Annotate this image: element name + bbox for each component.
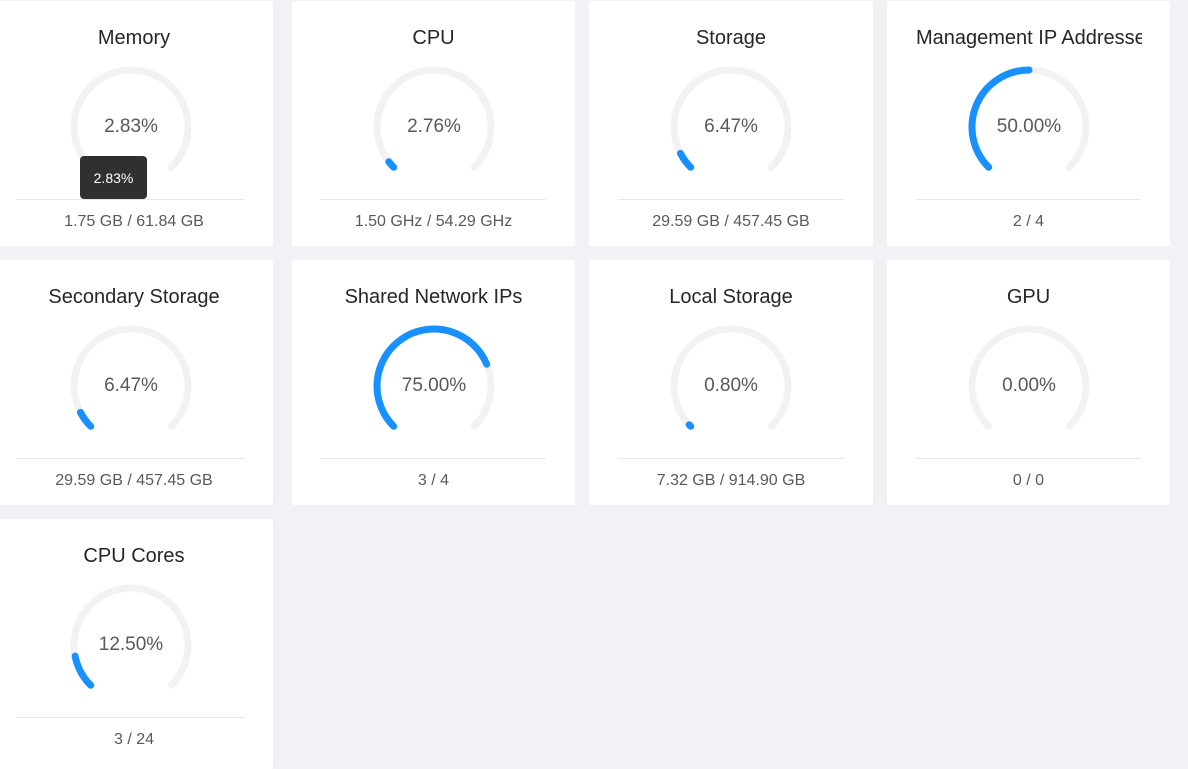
gauge-value: 50.00% (996, 116, 1062, 137)
divider (17, 458, 245, 459)
gauge-value: 0.80% (704, 375, 758, 396)
divider (916, 199, 1141, 200)
gauge-value: 75.00% (401, 375, 467, 396)
card-title: GPU (1006, 286, 1051, 308)
divider (618, 199, 844, 200)
card-footer: 3 / 4 (417, 472, 450, 489)
card-title: CPU (412, 27, 455, 49)
card-footer: 1.50 GHz / 54.29 GHz (354, 213, 513, 230)
card-footer: 29.59 GB / 457.45 GB (652, 213, 810, 230)
card-title: Shared Network IPs (344, 286, 523, 308)
gauge-value: 6.47% (104, 375, 158, 396)
gauge-value: 2.76% (407, 116, 461, 137)
card-cpu-cores: CPU Cores 12.50% 3 / 24 (0, 519, 273, 769)
card-title: CPU Cores (83, 545, 185, 567)
gauge-value: 12.50% (98, 634, 164, 655)
divider (618, 458, 844, 459)
gauge-value: 0.00% (1002, 375, 1056, 396)
card-memory: Memory 2.83% 1.75 GB / 61.84 GB 2.83% (0, 1, 273, 246)
card-footer: 1.75 GB / 61.84 GB (64, 213, 204, 230)
gauge-value: 6.47% (704, 116, 758, 137)
card-title: Local Storage (669, 286, 793, 308)
card-storage: Storage 6.47% 29.59 GB / 457.45 GB (589, 1, 873, 246)
card-title: Management IP Addresse (916, 27, 1142, 49)
divider (321, 199, 546, 200)
card-footer: 7.32 GB / 914.90 GB (656, 472, 806, 489)
card-title: Memory (97, 27, 171, 49)
card-cpu: CPU 2.76% 1.50 GHz / 54.29 GHz (292, 1, 575, 246)
card-gpu: GPU 0.00% 0 / 0 (887, 260, 1170, 505)
divider (916, 458, 1141, 459)
card-footer: 29.59 GB / 457.45 GB (55, 472, 213, 489)
divider (321, 458, 546, 459)
card-title: Storage (695, 27, 767, 49)
card-footer: 3 / 24 (113, 731, 155, 748)
divider (17, 717, 245, 718)
gauge-tooltip: 2.83% (80, 156, 147, 199)
card-secondary-storage: Secondary Storage 6.47% 29.59 GB / 457.4… (0, 260, 273, 505)
card-footer: 0 / 0 (1012, 472, 1045, 489)
card-footer: 2 / 4 (1012, 213, 1045, 230)
card-management-ip: Management IP Addresse 50.00% 2 / 4 (887, 1, 1170, 246)
divider (17, 199, 245, 200)
card-local-storage: Local Storage 0.80% 7.32 GB / 914.90 GB (589, 260, 873, 505)
card-shared-network-ips: Shared Network IPs 75.00% 3 / 4 (292, 260, 575, 505)
card-title: Secondary Storage (48, 286, 220, 308)
